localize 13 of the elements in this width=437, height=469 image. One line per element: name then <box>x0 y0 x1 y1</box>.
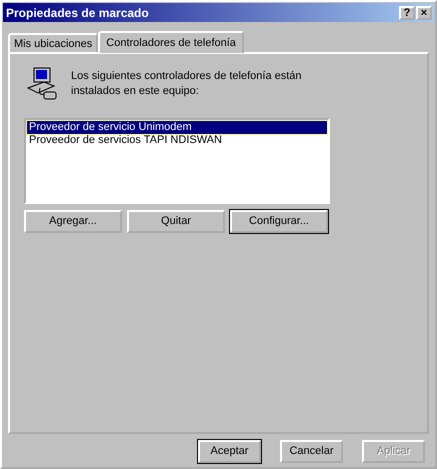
description-text: Los siguientes controladores de telefonía están instalados en este equipo: <box>71 68 303 99</box>
list-item[interactable]: Proveedor de servicios TAPI NDISWAN <box>27 134 327 147</box>
dialog-button[interactable]: Quitar <box>127 210 225 232</box>
dialog-button[interactable]: Agregar... <box>24 210 122 232</box>
dialog-button[interactable]: Aceptar <box>198 440 261 462</box>
close-button[interactable]: × <box>416 6 432 20</box>
dialog-button[interactable]: Configurar... <box>230 210 328 232</box>
list-item[interactable]: Proveedor de servicio Unimodem <box>27 121 327 134</box>
tab[interactable]: Controladores de telefonía <box>98 31 244 53</box>
help-button[interactable]: ? <box>399 6 415 20</box>
tab[interactable]: Mis ubicaciones <box>8 33 98 52</box>
dialog-button[interactable]: Cancelar <box>280 440 343 462</box>
window-title: Propiedades de marcado <box>6 4 150 22</box>
